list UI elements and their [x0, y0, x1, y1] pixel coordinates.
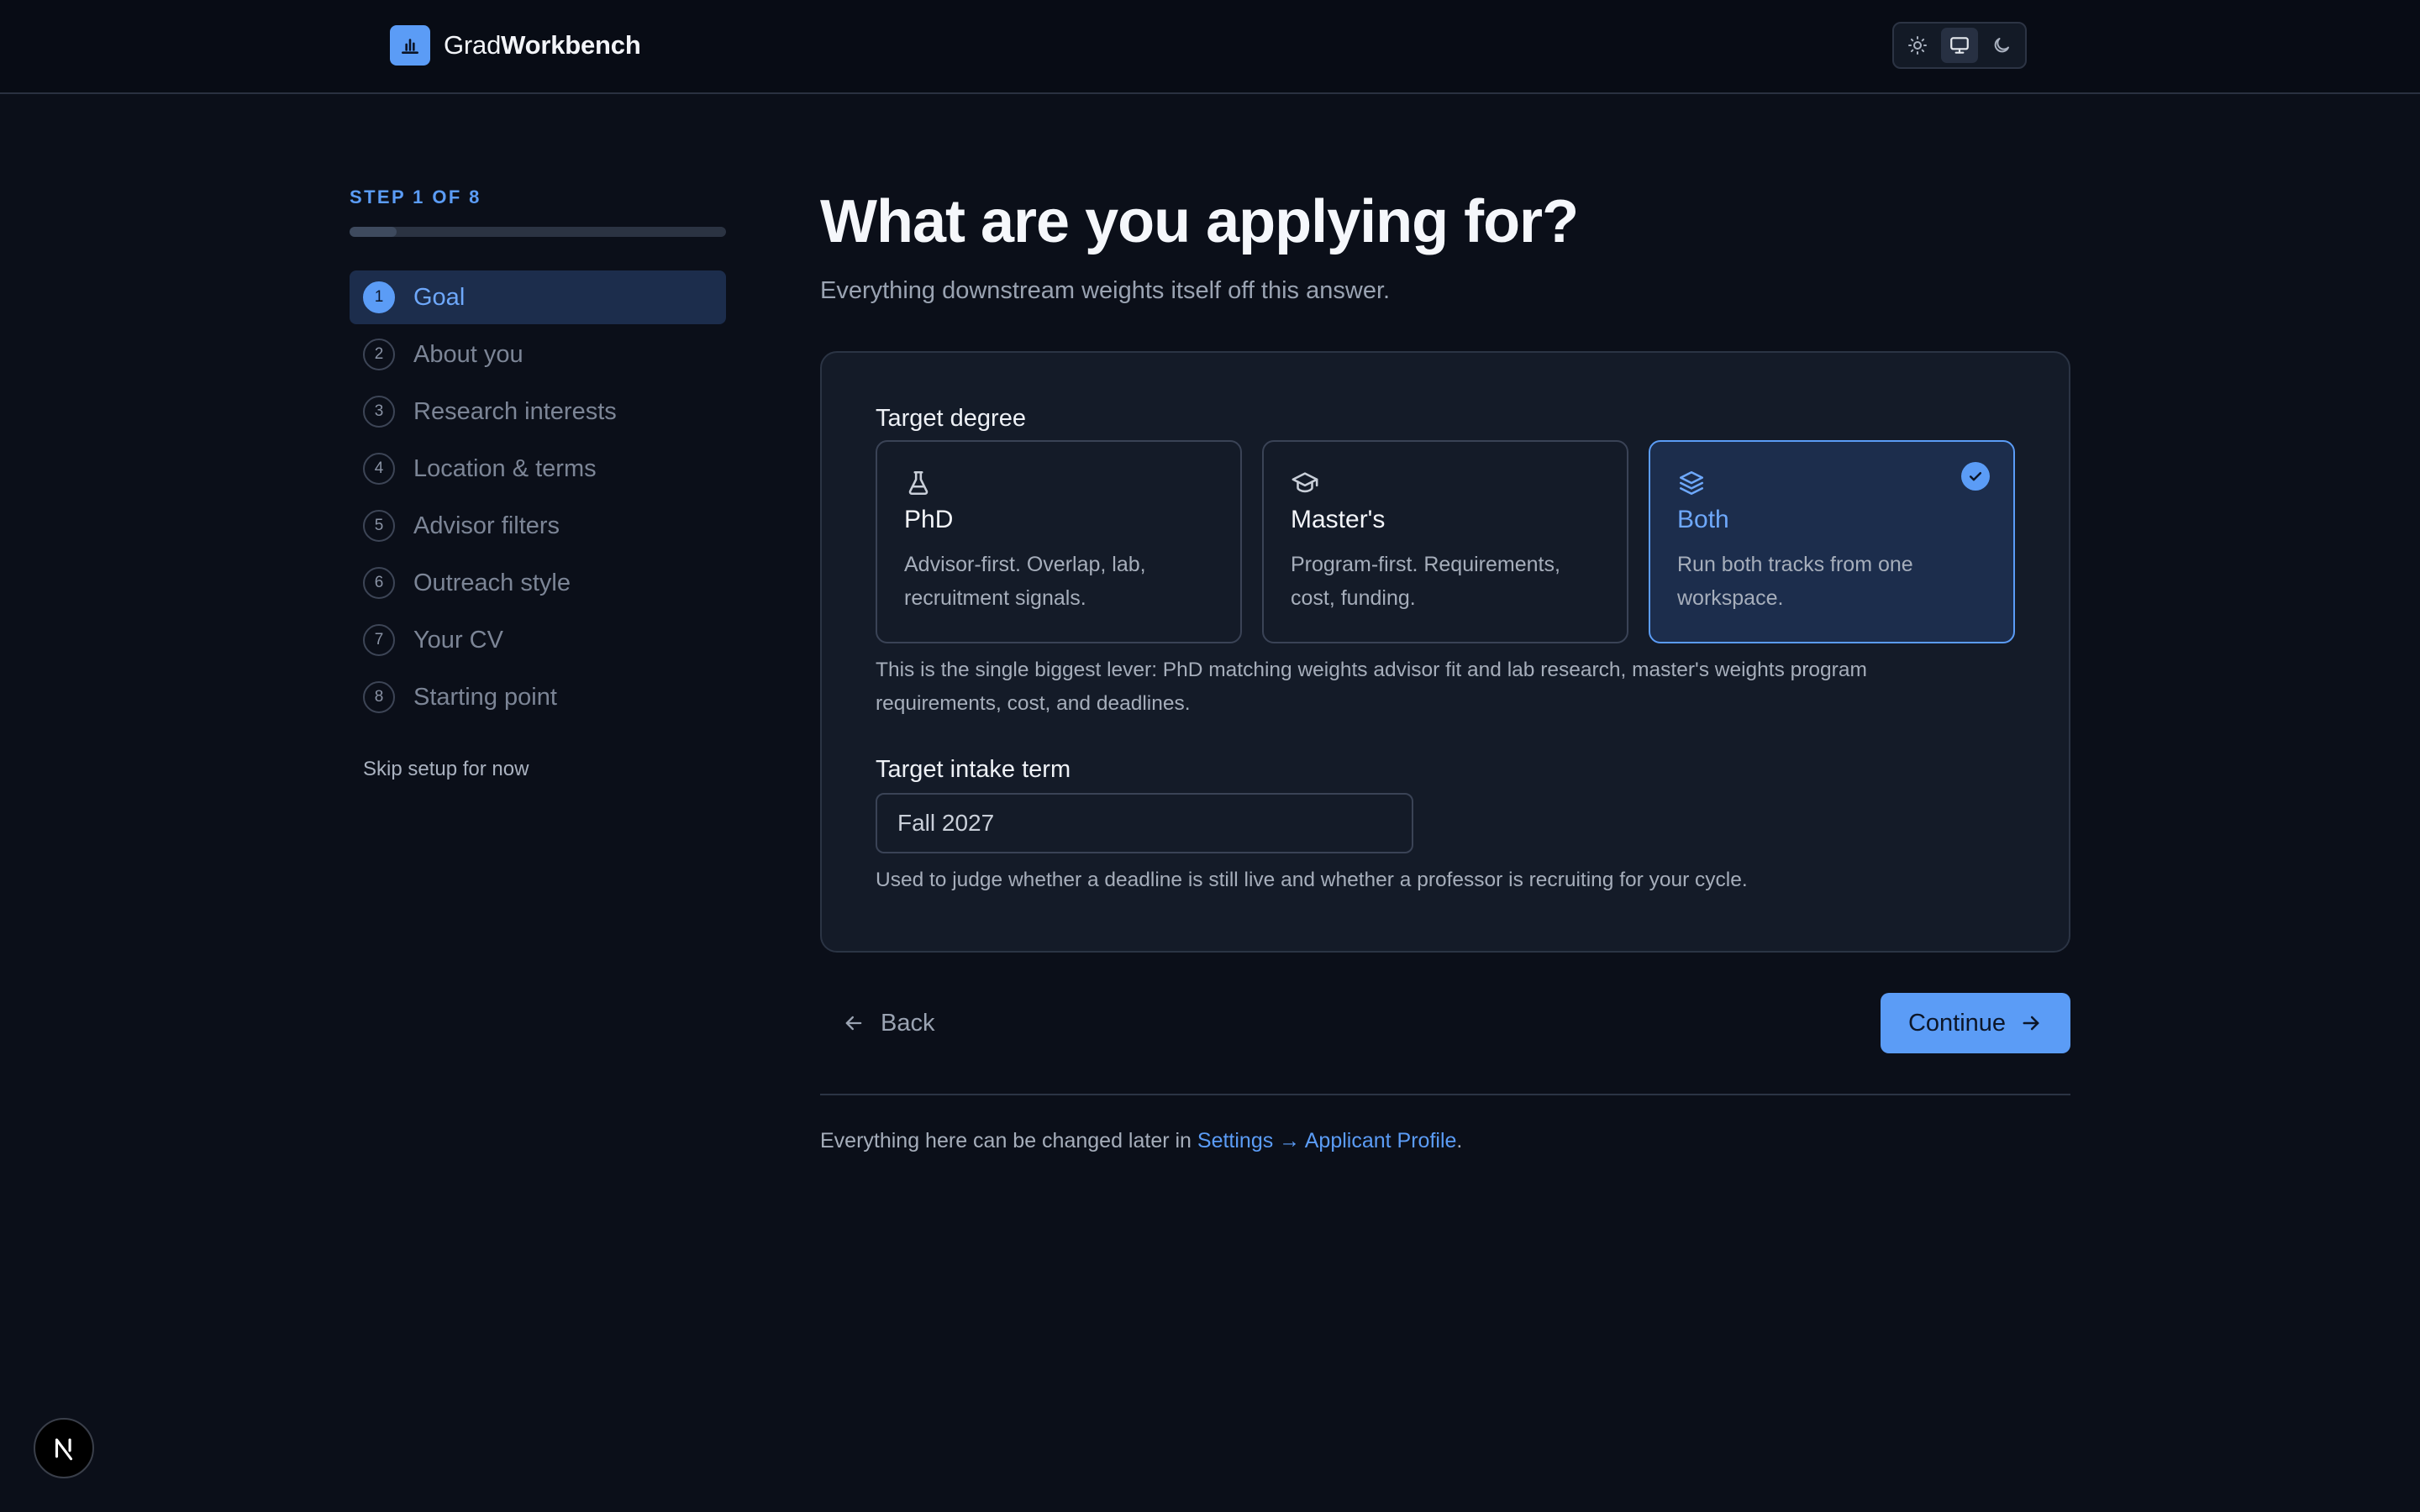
step-item-location-terms[interactable]: 4 Location & terms	[350, 442, 726, 496]
skip-setup-link[interactable]: Skip setup for now	[363, 758, 529, 781]
step-number: 5	[363, 510, 395, 542]
divider	[820, 1094, 2070, 1095]
continue-button[interactable]: Continue	[1881, 993, 2070, 1053]
step-item-advisor-filters[interactable]: 5 Advisor filters	[350, 499, 726, 553]
brand-name: GradWorkbench	[444, 30, 641, 60]
arrow-right-icon	[2023, 1016, 2039, 1031]
step-item-about-you[interactable]: 2 About you	[350, 328, 726, 381]
system-theme-button[interactable]	[1941, 28, 1978, 63]
degree-options: PhD Advisor-first. Overlap, lab, recruit…	[876, 440, 2018, 643]
step-label: Advisor filters	[413, 512, 560, 539]
option-title: Both	[1677, 506, 1729, 533]
step-label: Location & terms	[413, 454, 597, 482]
step-number: 6	[363, 567, 395, 599]
step-label: Outreach style	[413, 569, 571, 596]
moon-icon	[1994, 38, 2009, 53]
theme-toggle	[1892, 22, 2027, 69]
step-label: Your CV	[413, 626, 503, 654]
bar-chart-logo-icon	[390, 25, 430, 66]
term-help-text: Used to judge whether a deadline is stil…	[876, 869, 1748, 891]
step-number: 2	[363, 339, 395, 370]
graduation-cap-icon	[1292, 472, 1318, 493]
progress-bar	[350, 227, 726, 237]
option-description: Run both tracks from one workspace.	[1677, 553, 1913, 610]
back-label: Back	[881, 1009, 935, 1037]
target-degree-label: Target degree	[876, 405, 1026, 432]
step-list: 1 Goal 2 About you 3 Research interests …	[350, 270, 726, 727]
goal-form-card: Target degree PhD Advisor-first. Overlap…	[820, 351, 2070, 953]
step-label: Starting point	[413, 683, 557, 711]
step-number: 7	[363, 624, 395, 656]
step-number: 4	[363, 453, 395, 485]
footer-note: Everything here can be changed later in …	[820, 1129, 1463, 1152]
step-label: About you	[413, 340, 523, 368]
dark-theme-button[interactable]	[1983, 28, 2020, 63]
degree-option-both[interactable]: Both Run both tracks from one workspace.	[1649, 440, 2015, 643]
progress-fill	[350, 227, 397, 237]
sun-icon	[1908, 36, 1927, 55]
monitor-icon	[1950, 37, 1969, 54]
step-item-your-cv[interactable]: 7 Your CV	[350, 613, 726, 667]
option-title: Master's	[1291, 506, 1386, 533]
continue-label: Continue	[1907, 1009, 2007, 1037]
arrow-left-icon	[845, 1016, 862, 1031]
step-label: Goal	[413, 283, 466, 311]
top-header: GradWorkbench	[0, 0, 2420, 94]
intake-term-input[interactable]	[876, 793, 1413, 853]
target-intake-term-label: Target intake term	[876, 756, 1071, 783]
page-subtitle: Everything downstream weights itself off…	[820, 277, 1391, 304]
degree-option-phd[interactable]: PhD Advisor-first. Overlap, lab, recruit…	[876, 440, 1242, 643]
step-number: 8	[363, 681, 395, 713]
page-title: What are you applying for?	[820, 188, 1579, 255]
back-button[interactable]: Back	[820, 993, 956, 1053]
light-theme-button[interactable]	[1899, 28, 1936, 63]
step-label: Research interests	[413, 397, 617, 425]
step-counter: STEP 1 OF 8	[350, 186, 481, 207]
step-number: 3	[363, 396, 395, 428]
step-number: 1	[363, 281, 395, 313]
layers-icon	[1679, 470, 1704, 496]
flask-icon	[908, 470, 929, 496]
step-item-starting-point[interactable]: 8 Starting point	[350, 670, 726, 724]
check-icon	[1961, 462, 1990, 491]
nextjs-dev-badge-icon[interactable]	[34, 1418, 94, 1478]
step-item-outreach-style[interactable]: 6 Outreach style	[350, 556, 726, 610]
step-item-goal[interactable]: 1 Goal	[350, 270, 726, 324]
option-description: Program-first. Requirements, cost, fundi…	[1291, 553, 1560, 610]
option-title: PhD	[904, 506, 954, 533]
degree-option-masters[interactable]: Master's Program-first. Requirements, co…	[1262, 440, 1628, 643]
step-item-research-interests[interactable]: 3 Research interests	[350, 385, 726, 438]
applicant-profile-link[interactable]: Settings → Applicant Profile	[1197, 1129, 1457, 1152]
option-description: Advisor-first. Overlap, lab, recruitment…	[904, 553, 1146, 610]
degree-help-text: This is the single biggest lever: PhD ma…	[876, 659, 1867, 715]
brand[interactable]: GradWorkbench	[390, 25, 641, 66]
